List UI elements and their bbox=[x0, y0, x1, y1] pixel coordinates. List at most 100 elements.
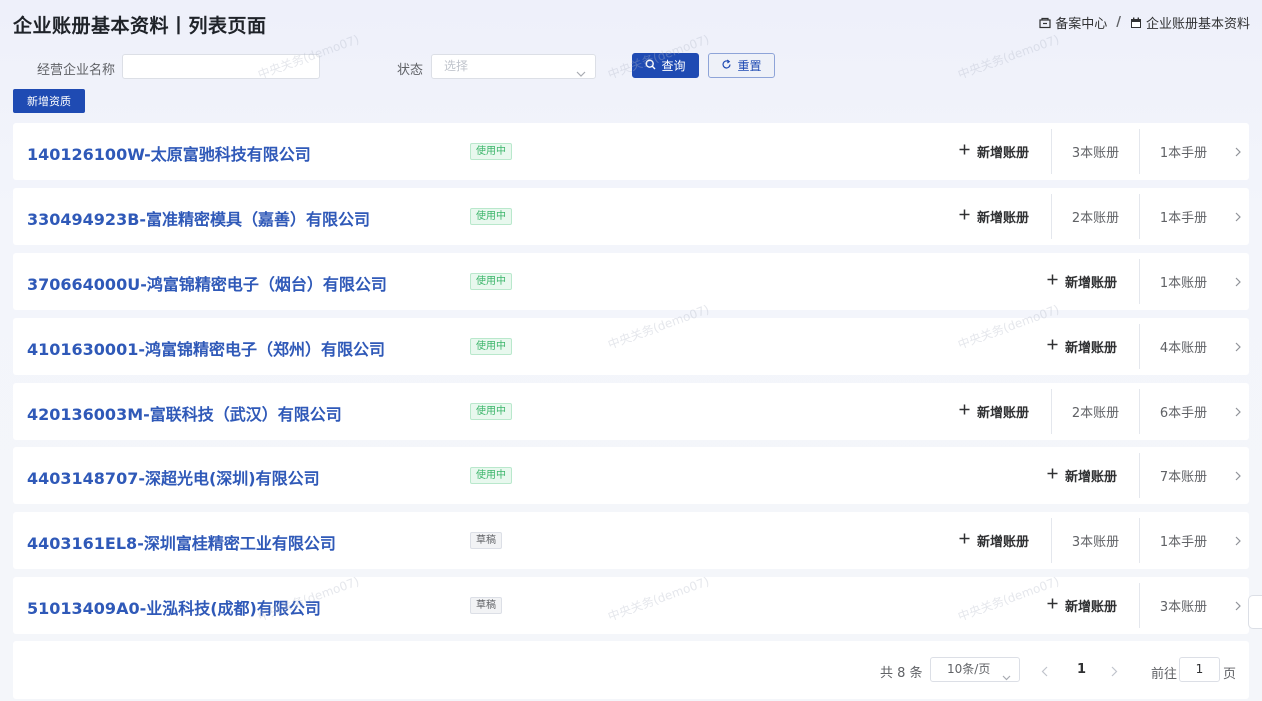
list-item[interactable]: 420136003M-富联科技（武汉）有限公司 使用中 新增账册 2本账册 6本… bbox=[13, 383, 1249, 440]
pagination-total: 共 8 条 bbox=[880, 666, 923, 681]
company-title[interactable]: 140126100W-太原富驰科技有限公司 bbox=[27, 141, 311, 165]
book-count[interactable]: 7本账册 bbox=[1139, 453, 1227, 498]
calendar-icon bbox=[1130, 17, 1142, 29]
side-drawer-handle[interactable] bbox=[1248, 595, 1262, 629]
chevron-right-icon[interactable] bbox=[1227, 518, 1249, 563]
plus-icon bbox=[959, 209, 970, 224]
add-book-button[interactable]: 新增账册 bbox=[1047, 596, 1139, 615]
breadcrumb-label: 备案中心 bbox=[1055, 17, 1108, 32]
status-badge: 使用中 bbox=[470, 273, 512, 290]
add-qualification-button[interactable]: 新增资质 bbox=[13, 89, 85, 113]
company-title[interactable]: 370664000U-鸿富锦精密电子（烟台）有限公司 bbox=[27, 271, 387, 295]
list-item[interactable]: 51013409A0-业泓科技(成都)有限公司 草稿 新增账册 3本账册 bbox=[13, 577, 1249, 634]
add-book-button[interactable]: 新增账册 bbox=[1047, 337, 1139, 356]
company-name-label: 经营企业名称 bbox=[37, 63, 116, 78]
add-book-button[interactable]: 新增账册 bbox=[959, 531, 1051, 550]
status-badge: 使用中 bbox=[470, 467, 512, 484]
company-title[interactable]: 4403161EL8-深圳富桂精密工业有限公司 bbox=[27, 530, 336, 554]
plus-icon bbox=[1047, 274, 1058, 289]
status-placeholder: 选择 bbox=[444, 59, 469, 73]
search-button-label: 查询 bbox=[661, 59, 686, 73]
page-header: 企业账册基本资料丨列表页面 备案中心 / 企业账册基本资料 bbox=[0, 0, 1262, 44]
status-select[interactable]: 选择 bbox=[431, 54, 596, 79]
breadcrumb-item-current: 企业账册基本资料 bbox=[1130, 13, 1250, 32]
row-actions: 新增账册 2本账册 6本手册 bbox=[959, 383, 1249, 440]
add-book-label: 新增账册 bbox=[976, 146, 1029, 161]
page-title: 企业账册基本资料丨列表页面 bbox=[13, 15, 267, 37]
status-badge: 使用中 bbox=[470, 208, 512, 225]
search-icon bbox=[645, 58, 656, 73]
status-badge: 草稿 bbox=[470, 532, 502, 549]
book-count[interactable]: 2本账册 bbox=[1051, 194, 1139, 239]
book-count[interactable]: 4本账册 bbox=[1139, 324, 1227, 369]
plus-icon bbox=[1047, 339, 1058, 354]
page-size-select[interactable]: 10条/页 bbox=[930, 657, 1020, 682]
list-item[interactable]: 140126100W-太原富驰科技有限公司 使用中 新增账册 3本账册 1本手册 bbox=[13, 123, 1249, 180]
breadcrumb-label: 企业账册基本资料 bbox=[1145, 17, 1250, 32]
manual-count[interactable]: 1本手册 bbox=[1139, 194, 1227, 239]
filter-bar: 经营企业名称 状态 选择 查询 重置 bbox=[0, 53, 1262, 81]
breadcrumb-separator: / bbox=[1116, 15, 1121, 30]
company-title[interactable]: 330494923B-富准精密模具（嘉善）有限公司 bbox=[27, 206, 370, 230]
row-actions: 新增账册 2本账册 1本手册 bbox=[959, 188, 1249, 245]
book-count[interactable]: 3本账册 bbox=[1051, 518, 1139, 563]
book-count[interactable]: 3本账册 bbox=[1139, 583, 1227, 628]
chevron-down-icon bbox=[576, 63, 586, 86]
chevron-right-icon[interactable] bbox=[1227, 194, 1249, 239]
manual-count[interactable]: 1本手册 bbox=[1139, 129, 1227, 174]
folder-icon bbox=[1039, 17, 1051, 29]
list-item[interactable]: 370664000U-鸿富锦精密电子（烟台）有限公司 使用中 新增账册 1本账册 bbox=[13, 253, 1249, 310]
breadcrumb: 备案中心 / 企业账册基本资料 bbox=[1039, 13, 1250, 32]
company-title[interactable]: 4101630001-鸿富锦精密电子（郑州）有限公司 bbox=[27, 336, 385, 360]
add-book-button[interactable]: 新增账册 bbox=[1047, 466, 1139, 485]
reset-button[interactable]: 重置 bbox=[708, 53, 775, 78]
manual-count[interactable]: 1本手册 bbox=[1139, 518, 1227, 563]
chevron-right-icon[interactable] bbox=[1227, 453, 1249, 498]
status-label: 状态 bbox=[397, 63, 424, 78]
row-actions: 新增账册 3本账册 1本手册 bbox=[959, 512, 1249, 569]
reset-button-label: 重置 bbox=[737, 59, 762, 73]
book-count[interactable]: 3本账册 bbox=[1051, 129, 1139, 174]
company-title[interactable]: 420136003M-富联科技（武汉）有限公司 bbox=[27, 401, 342, 425]
company-name-input[interactable] bbox=[122, 54, 320, 79]
add-book-button[interactable]: 新增账册 bbox=[959, 207, 1051, 226]
row-actions: 新增账册 4本账册 bbox=[1047, 318, 1249, 375]
list-item[interactable]: 330494923B-富准精密模具（嘉善）有限公司 使用中 新增账册 2本账册 … bbox=[13, 188, 1249, 245]
plus-icon bbox=[959, 404, 970, 419]
search-button[interactable]: 查询 bbox=[632, 53, 699, 78]
row-actions: 新增账册 3本账册 1本手册 bbox=[959, 123, 1249, 180]
plus-icon bbox=[959, 533, 970, 548]
page-number-current[interactable]: 1 bbox=[1077, 662, 1086, 677]
refresh-icon bbox=[721, 59, 732, 73]
status-badge: 草稿 bbox=[470, 597, 502, 614]
chevron-right-icon[interactable] bbox=[1227, 389, 1249, 434]
chevron-right-icon[interactable] bbox=[1227, 129, 1249, 174]
chevron-down-icon bbox=[1002, 666, 1011, 689]
list-item[interactable]: 4101630001-鸿富锦精密电子（郑州）有限公司 使用中 新增账册 4本账册 bbox=[13, 318, 1249, 375]
book-count[interactable]: 2本账册 bbox=[1051, 389, 1139, 434]
add-book-label: 新增账册 bbox=[976, 406, 1029, 421]
prev-page-button[interactable] bbox=[1041, 662, 1048, 681]
page-suffix: 页 bbox=[1223, 667, 1237, 682]
chevron-right-icon[interactable] bbox=[1227, 324, 1249, 369]
breadcrumb-item-record-center[interactable]: 备案中心 bbox=[1039, 13, 1107, 32]
row-actions: 新增账册 1本账册 bbox=[1047, 253, 1249, 310]
add-book-button[interactable]: 新增账册 bbox=[1047, 272, 1139, 291]
list-item[interactable]: 4403161EL8-深圳富桂精密工业有限公司 草稿 新增账册 3本账册 1本手… bbox=[13, 512, 1249, 569]
plus-icon bbox=[1047, 598, 1058, 613]
pagination: 共 8 条 10条/页 1 前往 1 页 bbox=[13, 641, 1249, 699]
add-book-button[interactable]: 新增账册 bbox=[959, 142, 1051, 161]
book-count[interactable]: 1本账册 bbox=[1139, 259, 1227, 304]
next-page-button[interactable] bbox=[1111, 662, 1118, 681]
list-item[interactable]: 4403148707-深超光电(深圳)有限公司 使用中 新增账册 7本账册 bbox=[13, 447, 1249, 504]
chevron-right-icon[interactable] bbox=[1227, 259, 1249, 304]
goto-page-input[interactable]: 1 bbox=[1179, 657, 1220, 682]
add-book-label: 新增账册 bbox=[976, 211, 1029, 226]
chevron-right-icon[interactable] bbox=[1227, 583, 1249, 628]
add-book-button[interactable]: 新增账册 bbox=[959, 402, 1051, 421]
company-title[interactable]: 4403148707-深超光电(深圳)有限公司 bbox=[27, 465, 320, 489]
add-book-label: 新增账册 bbox=[1064, 470, 1117, 485]
company-title[interactable]: 51013409A0-业泓科技(成都)有限公司 bbox=[27, 595, 321, 619]
manual-count[interactable]: 6本手册 bbox=[1139, 389, 1227, 434]
status-badge: 使用中 bbox=[470, 403, 512, 420]
